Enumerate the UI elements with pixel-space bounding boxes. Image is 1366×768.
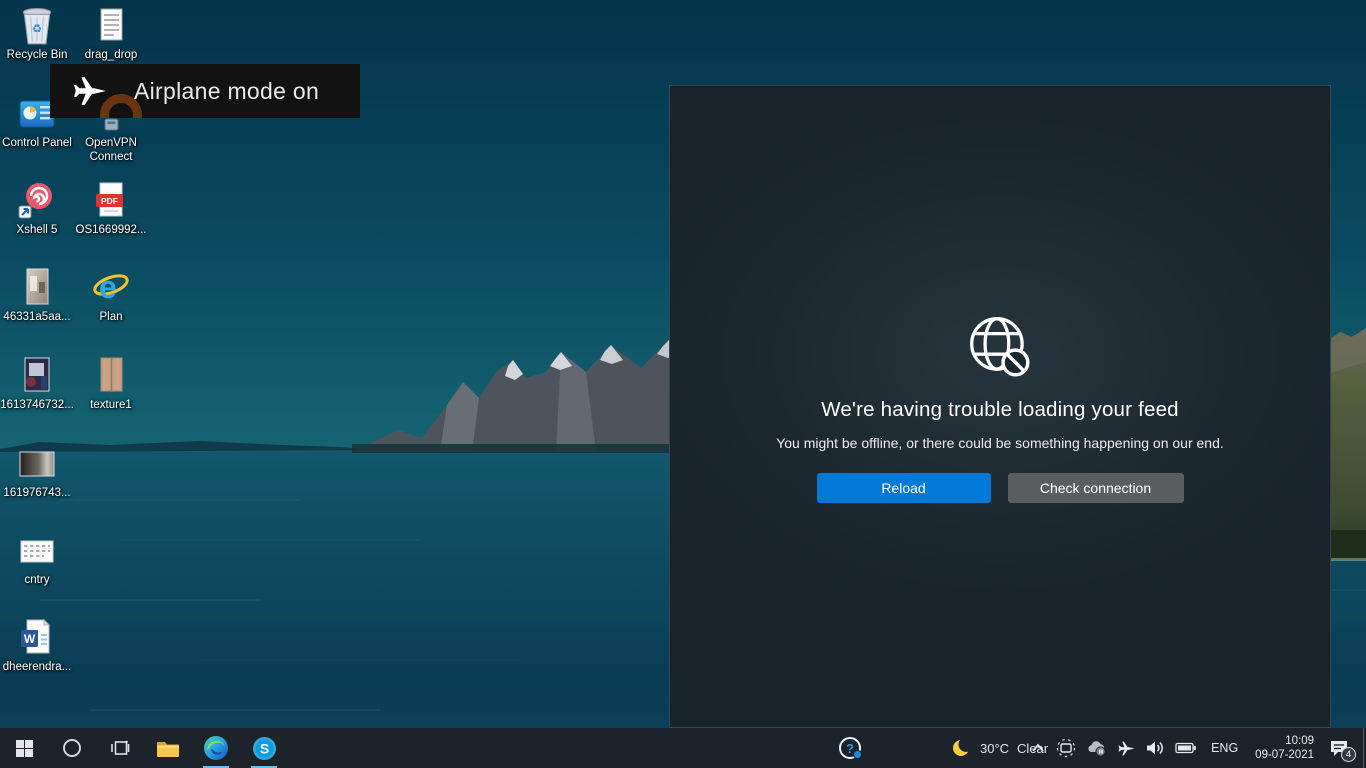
clock-time: 10:09 [1255,734,1314,748]
battery-tray-button[interactable] [1170,728,1202,768]
onedrive-paused-icon [1086,739,1108,757]
photo-thumbnail-icon [15,444,59,484]
edge-icon [203,735,229,761]
svg-text:♻: ♻ [32,23,42,35]
photo-thumbnail-icon [15,268,59,308]
text-document-icon [89,6,133,46]
desktop-icon-os-pdf[interactable]: PDF OS1669992... [74,181,148,237]
globe-offline-icon [965,312,1035,382]
notes-file-icon [15,531,59,571]
desktop-icon-xshell[interactable]: Xshell 5 [0,181,74,237]
windows-logo-icon [16,740,33,757]
cast-display-icon [1056,738,1076,758]
desktop-icon-label: dheerendra... [1,660,73,674]
desktop-icon-label: OpenVPN Connect [74,136,148,164]
desktop-icon-drag-drop[interactable]: drag_drop [74,6,148,62]
desktop-icon-dheerendra[interactable]: W dheerendra... [0,618,74,674]
desktop-icon-label: Recycle Bin [5,48,70,62]
desktop-icon-label: Plan [97,310,124,324]
weather-temp: 30°C [980,741,1009,756]
volume-tray-button[interactable] [1140,728,1170,768]
toast-message: Airplane mode on [134,78,319,105]
airplane-mode-icon [1118,740,1135,757]
battery-icon [1175,740,1197,756]
cortana-search-button[interactable] [48,728,96,768]
svg-text:S: S [259,740,268,756]
desktop-icon-161976743[interactable]: 161976743... [0,444,74,500]
check-connection-button[interactable]: Check connection [1008,473,1184,503]
texture-image-icon [89,356,133,396]
desktop-icon-label: Control Panel [0,136,74,150]
desktop-icon-texture1[interactable]: texture1 [74,356,148,412]
file-explorer-button[interactable] [144,728,192,768]
cast-display-tray-button[interactable] [1051,728,1081,768]
skype-icon: S [252,736,277,761]
photo-thumbnail-icon [15,356,59,396]
help-badge-dot [853,750,862,759]
language-indicator[interactable]: ENG [1202,741,1247,755]
notification-count-badge: 4 [1341,747,1356,762]
action-center-button[interactable]: 4 [1322,728,1360,768]
desktop: ♻ Recycle Bin drag_drop [0,0,1366,768]
feed-error-title: We're having trouble loading your feed [821,398,1179,422]
airplane-mode-tray-button[interactable] [1113,728,1140,768]
desktop-icon-46331a5aa[interactable]: 46331a5aa... [0,268,74,324]
clock[interactable]: 10:09 09-07-2021 [1247,734,1322,762]
clock-date: 09-07-2021 [1255,748,1314,762]
desktop-icon-1613746732[interactable]: 1613746732... [0,356,74,412]
task-view-icon [110,738,130,758]
desktop-icon-label: 161976743... [1,486,72,500]
feed-actions: Reload Check connection [817,473,1184,503]
internet-explorer-icon: e [89,268,133,308]
desktop-icon-label: 1613746732... [0,398,76,412]
desktop-icon-label: 46331a5aa... [1,310,72,324]
onedrive-tray-button[interactable] [1081,728,1113,768]
desktop-icon-label: Xshell 5 [15,223,60,237]
svg-text:e: e [99,269,117,305]
desktop-icon-plan[interactable]: e Plan [74,268,148,324]
desktop-icon-label: drag_drop [83,48,139,62]
file-explorer-icon [156,738,180,758]
recycle-bin-icon: ♻ [15,6,59,46]
word-document-icon: W [15,618,59,658]
taskbar: S ? 30°C Clear [0,728,1366,768]
desktop-icon-label: texture1 [88,398,134,412]
chevron-up-icon [1030,742,1046,754]
xshell-icon [15,181,59,221]
desktop-icon-label: OS1669992... [74,223,149,237]
desktop-icon-label: cntry [23,573,52,587]
start-button[interactable] [0,728,48,768]
get-help-button[interactable]: ? [830,728,870,768]
svg-text:PDF: PDF [101,196,118,206]
get-help-icon: ? [839,737,861,759]
task-view-button[interactable] [96,728,144,768]
show-hidden-icons-button[interactable] [1025,728,1051,768]
desktop-icon-recycle-bin[interactable]: ♻ Recycle Bin [0,6,74,62]
svg-text:W: W [24,632,36,646]
feed-error-subtitle: You might be offline, or there could be … [776,435,1224,451]
airplane-mode-toast[interactable]: Airplane mode on [50,64,360,118]
system-tray: ENG 10:09 09-07-2021 4 [1025,728,1360,768]
news-feed-panel: We're having trouble loading your feed Y… [669,85,1331,728]
volume-icon [1145,739,1165,757]
pdf-document-icon: PDF [89,181,133,221]
search-ring-icon [62,738,82,758]
moon-clear-icon [952,738,972,758]
desktop-icon-cntry[interactable]: cntry [0,531,74,587]
reload-button[interactable]: Reload [817,473,991,503]
skype-button[interactable]: S [240,728,288,768]
edge-button[interactable] [192,728,240,768]
